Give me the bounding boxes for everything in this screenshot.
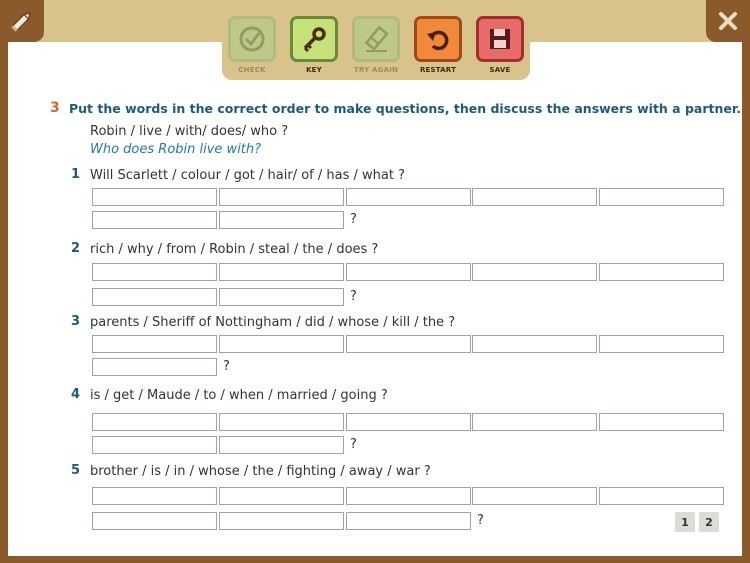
answer-box[interactable] <box>599 188 724 206</box>
question-mark: ? <box>350 437 357 452</box>
floppy-disk-icon <box>490 29 510 49</box>
try-again-label: TRY AGAIN <box>353 66 399 74</box>
answer-box[interactable] <box>219 487 344 505</box>
answer-box[interactable] <box>219 413 344 431</box>
question-prompt: rich / why / from / Robin / steal / the … <box>90 242 379 257</box>
answer-box[interactable] <box>346 512 471 530</box>
page-button-2[interactable]: 2 <box>699 512 719 532</box>
toolbar: CHECK KEY TRY AGAIN RESTART SAVE <box>222 0 530 80</box>
answer-box[interactable] <box>219 288 344 306</box>
question-number: 4 <box>71 387 81 402</box>
answer-box[interactable] <box>599 413 724 431</box>
exercise-number: 3 <box>50 100 60 116</box>
page-button-1[interactable]: 1 <box>675 512 695 532</box>
close-button[interactable] <box>706 0 750 42</box>
key-icon <box>303 27 326 53</box>
answer-box[interactable] <box>92 413 217 431</box>
answer-box[interactable] <box>219 512 344 530</box>
answer-box[interactable] <box>92 211 217 229</box>
answer-box[interactable] <box>219 211 344 229</box>
question-prompt: is / get / Maude / to / when / married /… <box>90 388 388 403</box>
question-mark: ? <box>350 212 357 227</box>
eraser-icon <box>364 25 389 52</box>
answer-box[interactable] <box>346 487 471 505</box>
check-label: CHECK <box>238 66 266 74</box>
key-button[interactable]: KEY <box>288 16 340 80</box>
question-mark: ? <box>477 513 484 528</box>
restart-icon <box>427 30 449 51</box>
question-prompt: Will Scarlett / colour / got / hair/ of … <box>90 168 405 183</box>
question-prompt: brother / is / in / whose / the / fighti… <box>90 464 431 479</box>
checkmark-icon <box>239 26 265 52</box>
answer-box[interactable] <box>472 188 597 206</box>
answer-box[interactable] <box>92 358 217 376</box>
answer-box[interactable] <box>219 188 344 206</box>
answer-box[interactable] <box>92 288 217 306</box>
save-button[interactable]: SAVE <box>474 16 526 80</box>
question-mark: ? <box>350 289 357 304</box>
question-number: 3 <box>71 314 81 329</box>
exercise-instruction: Put the words in the correct order to ma… <box>69 101 741 116</box>
answer-box[interactable] <box>346 335 471 353</box>
answer-box[interactable] <box>219 263 344 281</box>
question-number: 1 <box>71 167 81 182</box>
close-icon <box>719 12 737 30</box>
question-number: 5 <box>71 463 81 478</box>
answer-box[interactable] <box>472 413 597 431</box>
answer-box[interactable] <box>92 512 217 530</box>
answer-box[interactable] <box>346 413 471 431</box>
pencil-icon <box>11 12 31 32</box>
answer-box[interactable] <box>219 436 344 454</box>
question-number: 2 <box>71 241 81 256</box>
answer-box[interactable] <box>472 487 597 505</box>
answer-box[interactable] <box>472 263 597 281</box>
answer-box[interactable] <box>599 335 724 353</box>
check-button[interactable]: CHECK <box>226 16 278 80</box>
answer-box[interactable] <box>472 335 597 353</box>
restart-label: RESTART <box>419 66 457 74</box>
answer-box[interactable] <box>219 335 344 353</box>
answer-box[interactable] <box>92 188 217 206</box>
answer-box[interactable] <box>92 335 217 353</box>
restart-button[interactable]: RESTART <box>412 16 464 80</box>
example-prompt: Robin / live / with/ does/ who ? <box>90 124 289 139</box>
save-label: SAVE <box>489 66 511 74</box>
try-again-button[interactable]: TRY AGAIN <box>350 16 402 80</box>
pencil-button[interactable] <box>0 0 44 42</box>
answer-box[interactable] <box>599 263 724 281</box>
key-label: KEY <box>306 66 322 74</box>
answer-box[interactable] <box>92 436 217 454</box>
answer-box[interactable] <box>346 263 471 281</box>
example-answer: Who does Robin live with? <box>90 142 262 157</box>
question-mark: ? <box>223 359 230 374</box>
question-prompt: parents / Sheriff of Nottingham / did / … <box>90 315 456 330</box>
answer-box[interactable] <box>92 487 217 505</box>
answer-box[interactable] <box>346 188 471 206</box>
answer-box[interactable] <box>599 487 724 505</box>
answer-box[interactable] <box>92 263 217 281</box>
